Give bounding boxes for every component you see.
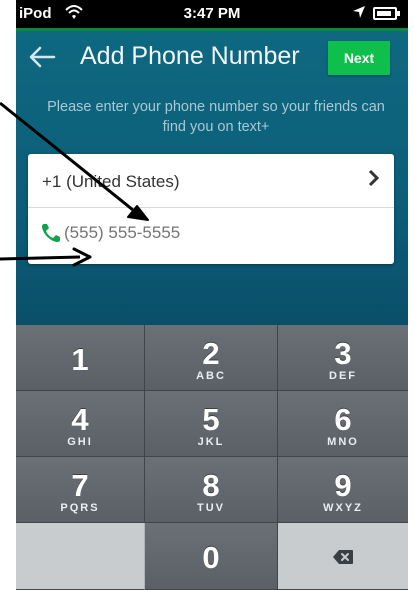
- country-selector[interactable]: +1 (United States): [28, 154, 394, 207]
- key-letters: DEF: [329, 370, 357, 382]
- status-time: 3:47 PM: [183, 5, 241, 22]
- key-blank: [16, 523, 145, 590]
- page-title: Add Phone Number: [80, 42, 300, 70]
- numeric-keypad: 1 2 ABC 3 DEF 4 GHI 5 JKL 6 MNO 7 PQRS 8…: [16, 325, 408, 590]
- key-7[interactable]: 7 PQRS: [16, 457, 145, 523]
- key-2[interactable]: 2 ABC: [145, 325, 278, 391]
- key-digit: 7: [71, 468, 89, 503]
- key-digit: 5: [202, 402, 220, 437]
- key-letters: TUV: [197, 502, 225, 514]
- key-digit: 2: [202, 336, 220, 371]
- key-letters: JKL: [197, 436, 225, 448]
- key-3[interactable]: 3 DEF: [278, 325, 408, 391]
- backspace-icon: [332, 549, 354, 565]
- key-6[interactable]: 6 MNO: [278, 391, 408, 457]
- key-9[interactable]: 9 WXYZ: [278, 457, 408, 523]
- key-1[interactable]: 1: [16, 325, 145, 391]
- key-digit: 4: [71, 402, 89, 437]
- next-button[interactable]: Next: [328, 41, 390, 75]
- key-letters: GHI: [67, 436, 93, 448]
- instruction-text: Please enter your phone number so your f…: [47, 99, 385, 135]
- key-digit: 8: [202, 468, 220, 503]
- phone-number-row: [28, 208, 394, 264]
- arrow-left-icon: [28, 43, 56, 76]
- back-button[interactable]: [24, 39, 60, 75]
- key-letters: PQRS: [60, 502, 100, 514]
- country-label: +1 (United States): [42, 172, 180, 191]
- app-header: Add Phone Number Next: [16, 31, 408, 87]
- key-letters: ABC: [196, 370, 226, 382]
- phone-icon: [40, 222, 62, 244]
- key-8[interactable]: 8 TUV: [145, 457, 278, 523]
- key-digit: 0: [202, 540, 220, 575]
- key-digit: 3: [334, 336, 352, 371]
- backspace-key[interactable]: [278, 523, 408, 590]
- key-digit: 9: [334, 468, 352, 503]
- key-letters: MNO: [327, 436, 359, 448]
- phone-number-input[interactable]: [64, 219, 364, 247]
- key-5[interactable]: 5 JKL: [145, 391, 278, 457]
- chevron-right-icon: [368, 169, 380, 193]
- battery-icon: [373, 7, 400, 20]
- key-letters: WXYZ: [323, 502, 363, 514]
- status-bar: iPod 3:47 PM: [16, 0, 408, 28]
- key-4[interactable]: 4 GHI: [16, 391, 145, 457]
- key-digit: 1: [71, 342, 89, 377]
- location-arrow-icon: [352, 5, 366, 22]
- phone-screen: iPod 3:47 PM Add Phone Number Next Pleas…: [16, 0, 408, 590]
- phone-form-card: +1 (United States): [28, 154, 394, 264]
- key-0[interactable]: 0: [145, 523, 278, 590]
- key-digit: 6: [334, 402, 352, 437]
